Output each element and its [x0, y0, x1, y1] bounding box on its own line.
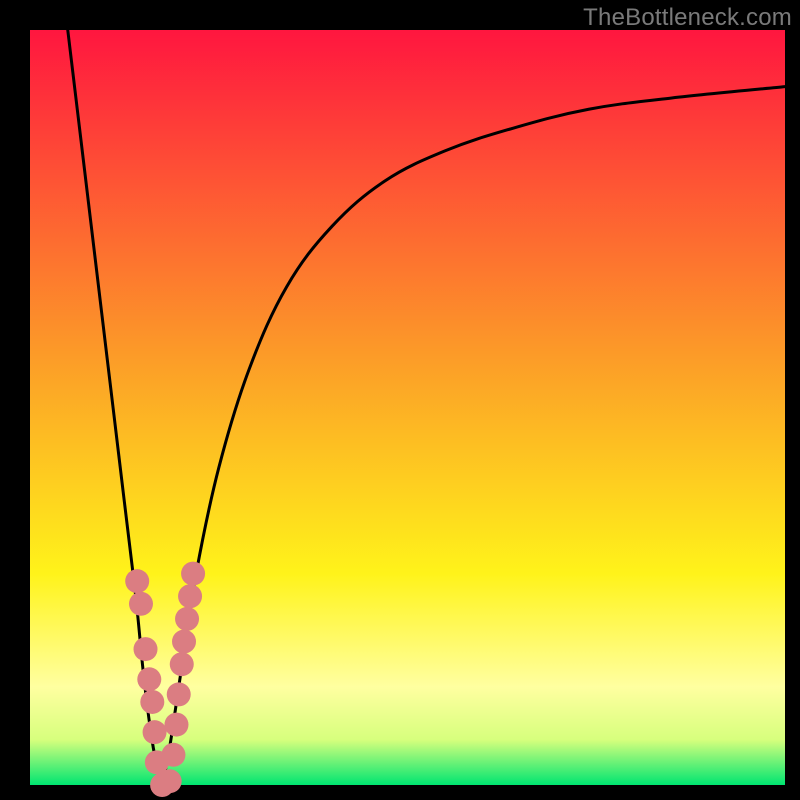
marker-dot: [175, 607, 199, 631]
marker-dot: [129, 592, 153, 616]
marker-dot: [172, 630, 196, 654]
marker-dot: [134, 637, 158, 661]
marker-dot: [125, 569, 149, 593]
marker-dot: [170, 652, 194, 676]
marker-dot: [161, 743, 185, 767]
marker-dot: [164, 713, 188, 737]
marker-dot: [178, 584, 202, 608]
marker-dot: [158, 769, 182, 793]
marker-dot: [143, 720, 167, 744]
attribution-watermark: TheBottleneck.com: [583, 4, 792, 32]
marker-dot: [181, 562, 205, 586]
marker-dot: [140, 690, 164, 714]
chart-frame: TheBottleneck.com: [0, 0, 800, 800]
marker-dot: [137, 667, 161, 691]
marker-dot: [167, 682, 191, 706]
bottleneck-chart: [0, 0, 800, 800]
